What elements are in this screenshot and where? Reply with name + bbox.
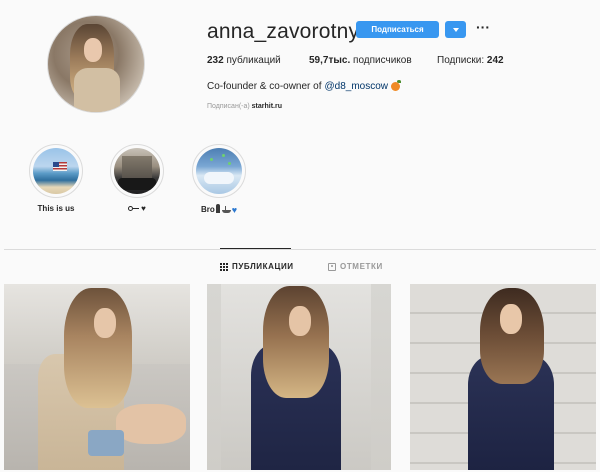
highlight-cover [33,148,79,194]
key-icon [128,205,140,212]
tagged-icon [328,262,336,271]
story-highlight-key-heart[interactable]: ♥ [107,144,167,213]
following-link[interactable]: Подписки: 242 [437,55,504,66]
followers-link[interactable]: 59,7тыс. подписчиков [309,55,412,66]
follow-options-button[interactable] [445,21,466,38]
tab-posts[interactable]: ПУБЛИКАЦИИ [220,262,294,271]
bio-text: Co-founder & co-owner of [207,81,322,92]
tab-tagged[interactable]: ОТМЕТКИ [328,262,383,271]
post-thumbnail[interactable] [4,284,190,470]
followed-by-account-link[interactable]: starhit.ru [252,103,282,110]
grid-icon [220,262,228,271]
profile-bio: Co-founder & co-owner of @d8_moscow [207,80,402,92]
more-options-button[interactable]: ··· [475,20,491,37]
black-heart-icon: ♥ [141,204,146,213]
tabs-divider [4,249,596,250]
highlight-cover [196,148,242,194]
follow-button[interactable]: Подписаться [356,21,439,38]
sailboat-emoji-icon [221,206,231,213]
highlight-cover [114,148,160,194]
story-highlight-this-is-us[interactable]: This is us [26,144,86,213]
highlight-label: This is us [37,204,75,213]
profile-avatar[interactable] [47,15,145,113]
story-highlight-bro[interactable]: Bro ♥ [189,144,249,215]
tangerine-emoji-icon [391,80,402,91]
post-thumbnail[interactable] [207,284,391,470]
active-tab-indicator [220,248,291,249]
followed-by: Подписан(-а) starhit.ru [207,103,282,110]
chevron-down-icon [452,27,459,32]
blue-heart-icon: ♥ [231,205,238,215]
highlight-label: ♥ [107,204,167,213]
posts-count: 232 публикаций [207,55,281,66]
person-emoji-icon [215,204,220,213]
bio-mention-link[interactable]: @d8_moscow [325,81,389,92]
highlight-label: Bro ♥ [200,204,238,215]
post-thumbnail[interactable] [410,284,596,470]
